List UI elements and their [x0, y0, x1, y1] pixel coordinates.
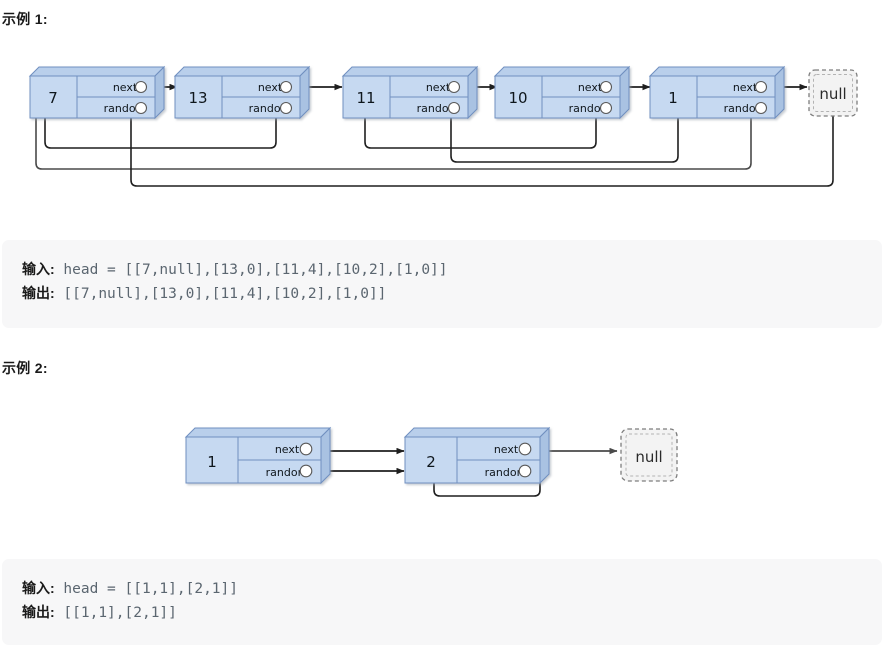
input-label: 输入: — [22, 580, 55, 596]
node-value: 11 — [356, 89, 375, 107]
next-port-icon — [447, 80, 461, 94]
list-node: 2 next random — [404, 427, 550, 484]
node-value: 1 — [668, 89, 678, 107]
example-1-input-line: 输入: head = [[7,null],[13,0],[11,4],[10,2… — [22, 258, 862, 282]
next-port-icon — [279, 80, 293, 94]
list-node: 13 next random — [174, 66, 310, 119]
list-node: 1 next random — [649, 66, 785, 119]
example-2-diagram: 1 next random 2 next random null — [0, 412, 884, 537]
node-next-label: next — [578, 81, 603, 94]
output-label: 输出: — [22, 285, 55, 301]
null-terminator: null — [620, 428, 678, 482]
node-value: 2 — [426, 453, 436, 471]
example-2-code-block: 输入: head = [[1,1],[2,1]] 输出: [[1,1],[2,1… — [2, 559, 882, 645]
next-port-icon — [599, 80, 613, 94]
node-next-label: next — [426, 81, 451, 94]
null-terminator: null — [808, 69, 858, 117]
node-next-label: next — [113, 81, 138, 94]
output-label: 输出: — [22, 604, 55, 620]
example-1-diagram: 7 next random 13 next random 11 next ran — [0, 58, 884, 208]
input-value: head = [[1,1],[2,1]] — [54, 581, 238, 597]
list-node: 7 next random — [29, 66, 165, 119]
random-port-icon — [754, 101, 768, 115]
example-1-code-block: 输入: head = [[7,null],[13,0],[11,4],[10,2… — [2, 240, 882, 328]
node-value: 10 — [508, 89, 527, 107]
random-port-icon — [279, 101, 293, 115]
node-next-label: next — [733, 81, 758, 94]
list-node: 1 next random — [185, 427, 331, 484]
node-next-label: next — [275, 443, 300, 456]
node-value: 1 — [207, 453, 217, 471]
example-1-heading: 示例 1: — [2, 11, 48, 27]
input-value: head = [[7,null],[13,0],[11,4],[10,2],[1… — [54, 262, 448, 278]
next-port-icon — [299, 442, 313, 456]
output-value: [[7,null],[13,0],[11,4],[10,2],[1,0]] — [54, 286, 387, 302]
random-port-icon — [134, 101, 148, 115]
input-label: 输入: — [22, 261, 55, 277]
list-node: 10 next random — [494, 66, 630, 119]
random-port-icon — [299, 464, 313, 478]
null-label: null — [819, 85, 846, 103]
node-next-label: next — [494, 443, 519, 456]
null-label: null — [635, 448, 662, 466]
problem-examples-page: 示例 1: 7 next random 13 next random 11 ne… — [0, 0, 884, 645]
random-port-icon — [447, 101, 461, 115]
list-node: 11 next random — [342, 66, 478, 119]
node-value: 7 — [48, 89, 58, 107]
example-2-heading: 示例 2: — [2, 360, 48, 376]
example-2-output-line: 输出: [[1,1],[2,1]] — [22, 601, 862, 625]
output-value: [[1,1],[2,1]] — [54, 605, 177, 621]
example-1-output-line: 输出: [[7,null],[13,0],[11,4],[10,2],[1,0]… — [22, 282, 862, 306]
next-port-icon — [754, 80, 768, 94]
next-port-icon — [134, 80, 148, 94]
random-port-icon — [599, 101, 613, 115]
next-port-icon — [518, 442, 532, 456]
node-value: 13 — [188, 89, 207, 107]
node-next-label: next — [258, 81, 283, 94]
example-2-input-line: 输入: head = [[1,1],[2,1]] — [22, 577, 862, 601]
random-port-icon — [518, 464, 532, 478]
